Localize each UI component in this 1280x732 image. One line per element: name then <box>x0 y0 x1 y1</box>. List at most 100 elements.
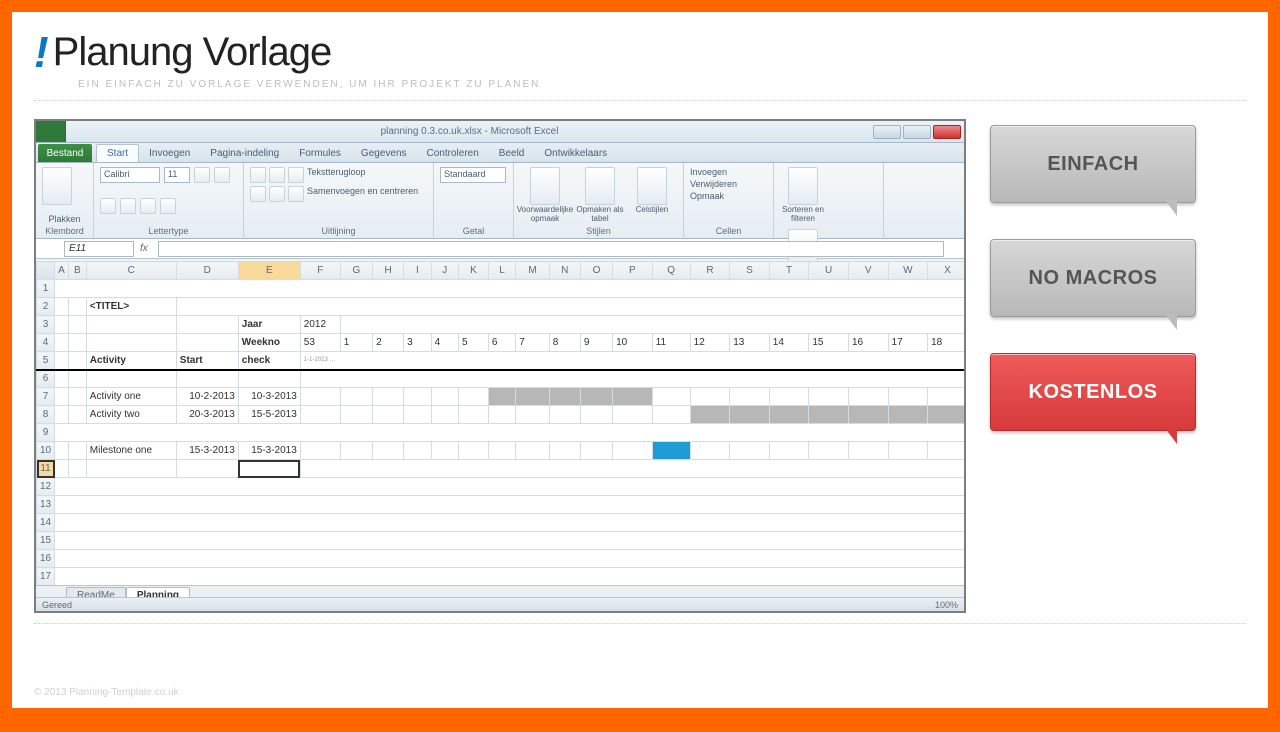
tab-beeld[interactable]: Beeld <box>489 144 535 162</box>
italic-button[interactable] <box>214 167 230 183</box>
col-M[interactable]: M <box>516 262 550 280</box>
ms1-name[interactable]: Milestone one <box>86 442 176 460</box>
bubble-label: KOSTENLOS <box>1029 381 1158 404</box>
page-title: Planung Vorlage <box>53 30 332 75</box>
hdr-end-check[interactable]: check <box>238 352 300 370</box>
tab-controleren[interactable]: Controleren <box>417 144 489 162</box>
cells-format[interactable]: Opmaak <box>690 191 724 201</box>
cell-weekno-lbl[interactable]: Weekno <box>238 334 300 352</box>
tab-formules[interactable]: Formules <box>289 144 351 162</box>
tab-pagina[interactable]: Pagina-indeling <box>200 144 289 162</box>
align-btn[interactable] <box>288 167 304 183</box>
cell-jaar-lbl[interactable]: Jaar <box>238 316 300 334</box>
footer-divider <box>34 623 1246 624</box>
col-G[interactable]: G <box>340 262 372 280</box>
col-P[interactable]: P <box>613 262 653 280</box>
cell-jaar-val[interactable]: 2012 <box>300 316 340 334</box>
wrap-text[interactable]: Tekstterugloop <box>307 167 366 183</box>
border-button[interactable] <box>120 198 136 214</box>
cell-wk53[interactable]: 53 <box>300 334 340 352</box>
bubble-einfach[interactable]: EINFACH <box>990 125 1196 203</box>
bold-button[interactable] <box>194 167 210 183</box>
col-Q[interactable]: Q <box>652 262 690 280</box>
window-titlebar: planning 0.3.co.uk.xlsx - Microsoft Exce… <box>36 121 964 143</box>
number-format[interactable]: Standaard <box>440 167 506 183</box>
window-title: planning 0.3.co.uk.xlsx - Microsoft Exce… <box>66 126 873 137</box>
font-color-button[interactable] <box>160 198 176 214</box>
col-H[interactable]: H <box>373 262 404 280</box>
align-btn[interactable] <box>269 186 285 202</box>
act2-name[interactable]: Activity two <box>86 406 176 424</box>
size-select[interactable]: 11 <box>164 167 190 183</box>
hdr-start[interactable]: Start <box>176 352 238 370</box>
col-A[interactable]: A <box>55 262 69 280</box>
hdr-activity[interactable]: Activity <box>86 352 176 370</box>
col-R[interactable]: R <box>690 262 730 280</box>
fmt-table-icon[interactable] <box>585 167 615 205</box>
col-I[interactable]: I <box>404 262 431 280</box>
col-X[interactable]: X <box>928 262 964 280</box>
minimize-button[interactable] <box>873 125 901 139</box>
col-O[interactable]: O <box>580 262 612 280</box>
align-btn[interactable] <box>288 186 304 202</box>
act1-name[interactable]: Activity one <box>86 388 176 406</box>
fx-icon[interactable]: fx <box>140 243 158 254</box>
col-C[interactable]: C <box>86 262 176 280</box>
spreadsheet-grid[interactable]: A B C D E F GHIJKLMNOPQRSTUVWXYZ 1 2<TIT… <box>36 261 964 591</box>
col-T[interactable]: T <box>769 262 809 280</box>
formula-input[interactable] <box>158 241 944 257</box>
cell-titel[interactable]: <TITEL> <box>86 298 176 316</box>
tab-invoegen[interactable]: Invoegen <box>139 144 200 162</box>
font-select[interactable]: Calibri <box>100 167 160 183</box>
col-J[interactable]: J <box>431 262 458 280</box>
ribbon-tabs: Bestand Start Invoegen Pagina-indeling F… <box>36 143 964 163</box>
act2-start[interactable]: 20-3-2013 <box>176 406 238 424</box>
ms1-start[interactable]: 15-3-2013 <box>176 442 238 460</box>
col-N[interactable]: N <box>549 262 580 280</box>
selected-cell-E11[interactable] <box>238 460 300 478</box>
align-btn[interactable] <box>269 167 285 183</box>
align-btn[interactable] <box>250 186 266 202</box>
name-box[interactable]: E11 <box>64 241 134 257</box>
col-F[interactable]: F <box>300 262 340 280</box>
zoom-level[interactable]: 100% <box>935 600 958 610</box>
cond-fmt-icon[interactable] <box>530 167 560 205</box>
ms1-end[interactable]: 15-3-2013 <box>238 442 300 460</box>
ribbon: Plakken Klembord Calibri 11 Lettertype <box>36 163 964 239</box>
select-all-corner[interactable] <box>37 262 55 280</box>
bubble-label: EINFACH <box>1047 153 1138 176</box>
close-button[interactable] <box>933 125 961 139</box>
divider <box>34 100 1246 101</box>
cell-styles: Celstijlen <box>636 205 668 214</box>
formula-bar: E11 fx <box>36 239 964 259</box>
paste-icon[interactable] <box>42 167 72 205</box>
file-tab[interactable]: Bestand <box>38 144 92 162</box>
tab-start[interactable]: Start <box>96 144 139 162</box>
underline-button[interactable] <box>100 198 116 214</box>
col-W[interactable]: W <box>888 262 928 280</box>
sort-icon[interactable] <box>788 167 818 205</box>
merge-center[interactable]: Samenvoegen en centreren <box>307 186 418 202</box>
col-K[interactable]: K <box>458 262 488 280</box>
act1-end[interactable]: 10-3-2013 <box>238 388 300 406</box>
col-L[interactable]: L <box>488 262 515 280</box>
col-E[interactable]: E <box>238 262 300 280</box>
align-btn[interactable] <box>250 167 266 183</box>
bubble-nomacros[interactable]: NO MACROS <box>990 239 1196 317</box>
cell-styles-icon[interactable] <box>637 167 667 205</box>
act1-start[interactable]: 10-2-2013 <box>176 388 238 406</box>
tab-gegevens[interactable]: Gegevens <box>351 144 417 162</box>
cells-insert[interactable]: Invoegen <box>690 167 727 177</box>
tab-ontwikkelaars[interactable]: Ontwikkelaars <box>534 144 617 162</box>
col-B[interactable]: B <box>68 262 86 280</box>
cells-delete[interactable]: Verwijderen <box>690 179 737 189</box>
sort-filter: Sorteren en filteren <box>780 205 826 223</box>
maximize-button[interactable] <box>903 125 931 139</box>
act2-end[interactable]: 15-5-2013 <box>238 406 300 424</box>
col-V[interactable]: V <box>848 262 888 280</box>
fill-button[interactable] <box>140 198 156 214</box>
bubble-kostenlos[interactable]: KOSTENLOS <box>990 353 1196 431</box>
col-S[interactable]: S <box>730 262 770 280</box>
col-U[interactable]: U <box>809 262 849 280</box>
col-D[interactable]: D <box>176 262 238 280</box>
